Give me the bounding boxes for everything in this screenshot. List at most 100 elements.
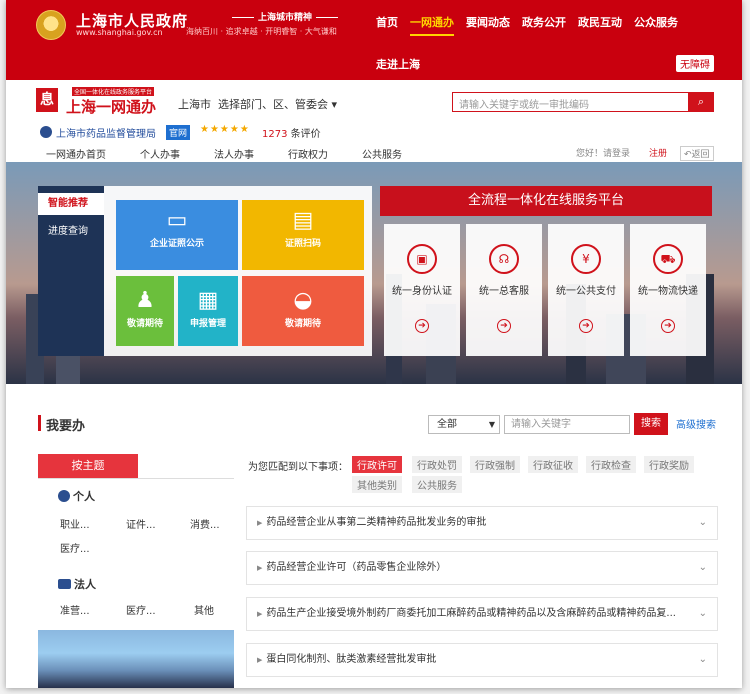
by-theme-tab[interactable]: 按主题 <box>38 454 138 478</box>
card-customer-service[interactable]: ☊ 统一总客服 ➔ <box>466 224 542 356</box>
nav-power[interactable]: 行政权力 <box>288 146 328 161</box>
tile-declaration[interactable]: ▦ 申报管理 <box>178 276 238 346</box>
list-item[interactable]: ▶ 蛋白同化制剂、肽类激素经营批发审批 ⌄ <box>246 643 718 677</box>
search-button[interactable]: 搜索 <box>634 413 668 435</box>
gov-header: 上海市人民政府 www.shanghai.gov.cn 上海城市精神 海纳百川 … <box>6 0 742 80</box>
list-item[interactable]: ▶ 药品经营企业从事第二类精神药品批发业务的审批 ⌄ <box>246 506 718 540</box>
personal-item-career[interactable]: 职业... <box>60 516 90 531</box>
train-icon: ◒ <box>293 288 313 313</box>
nav-legal[interactable]: 法人办事 <box>214 146 254 161</box>
tile-license-public[interactable]: ▭ 企业证照公示 <box>116 200 238 270</box>
group-legal: 法人 <box>58 576 96 592</box>
personal-item-medical[interactable]: 医疗... <box>60 540 90 555</box>
ywtb-logo-icon: 息 <box>36 88 58 112</box>
legal-item-other[interactable]: 其他 <box>194 602 214 617</box>
monitor-icon: ▭ <box>166 208 188 233</box>
chip-license[interactable]: 行政许可 <box>352 456 402 473</box>
gov-nav-interact[interactable]: 政民互动 <box>578 14 622 36</box>
nav-home[interactable]: 一网通办首页 <box>46 146 106 161</box>
caret-right-icon: ▶ <box>257 519 263 527</box>
login-link[interactable]: 您好！请登录 <box>576 146 630 159</box>
chevron-down-icon[interactable]: ⌄ <box>699 552 707 584</box>
tab-smart-recommend[interactable]: 智能推荐 <box>38 193 104 215</box>
platform-title: 全流程一体化在线服务平台 <box>380 186 712 216</box>
ywtb-title[interactable]: 上海一网通办 <box>66 96 156 117</box>
search-icon[interactable]: ⌕ <box>688 92 714 112</box>
scope-select[interactable]: 全部 ▼ <box>428 415 500 434</box>
book-icon: ▦ <box>197 288 219 313</box>
arrow-right-icon[interactable]: ➔ <box>415 319 429 333</box>
rating-text: 1273 条评价 <box>262 129 321 140</box>
accessibility-button[interactable]: 无障碍 <box>676 55 714 72</box>
ywtb-nav: 一网通办首页 个人办事 法人办事 行政权力 公共服务 <box>46 146 436 161</box>
gov-nav-home[interactable]: 首页 <box>376 14 398 36</box>
divider <box>38 478 234 479</box>
briefcase-icon <box>58 579 71 589</box>
city-label: 上海市 <box>178 98 211 111</box>
chevron-down-icon: ▾ <box>331 98 338 111</box>
official-badge: 官网 <box>166 125 191 140</box>
gov-nav-open[interactable]: 政务公开 <box>522 14 566 36</box>
chip-levy[interactable]: 行政征收 <box>528 456 578 473</box>
nav-public[interactable]: 公共服务 <box>362 146 402 161</box>
list-item[interactable]: ▶ 药品生产企业接受境外制药厂商委托加工麻醉药品或精神药品以及含麻醉药品或精神药品… <box>246 597 718 631</box>
caret-right-icon: ▶ <box>257 564 263 572</box>
id-card-icon: ▣ <box>407 244 437 274</box>
card-logistics[interactable]: ⛟ 统一物流快递 ➔ <box>630 224 706 356</box>
section-title: 我要办 <box>46 419 86 434</box>
chevron-down-icon[interactable]: ⌄ <box>699 644 707 676</box>
chip-enforcement[interactable]: 行政强制 <box>470 456 520 473</box>
register-link[interactable]: 注册 <box>649 146 667 159</box>
page: 上海市人民政府 www.shanghai.gov.cn 上海城市精神 海纳百川 … <box>6 0 742 688</box>
city-photo <box>38 630 234 688</box>
back-button[interactable]: ↶返回 <box>680 146 714 161</box>
nav-personal[interactable]: 个人办事 <box>140 146 180 161</box>
yuan-icon: ¥ <box>571 244 601 274</box>
person-icon <box>58 490 70 502</box>
dropdown-arrow-icon: ▼ <box>488 420 495 429</box>
gov-nav-shanghai[interactable]: 走进上海 <box>376 56 420 72</box>
gov-nav-news[interactable]: 要闻动态 <box>466 14 510 36</box>
headset-icon: ☊ <box>489 244 519 274</box>
tile-coming-soon-1[interactable]: ♟ 敬请期待 <box>116 276 174 346</box>
keyword-input[interactable]: 请输入关键字 <box>504 415 630 434</box>
tab-progress[interactable]: 进度查询 <box>38 222 104 237</box>
arrow-right-icon[interactable]: ➔ <box>661 319 675 333</box>
truck-icon: ⛟ <box>653 244 683 274</box>
chevron-down-icon[interactable]: ⌄ <box>699 507 707 539</box>
gov-nav: 首页 一网通办 要闻动态 政务公开 政民互动 公众服务 <box>376 14 690 36</box>
personal-item-certificate[interactable]: 证件... <box>126 516 156 531</box>
arrow-right-icon[interactable]: ➔ <box>497 319 511 333</box>
match-label: 为您匹配到以下事项： <box>248 462 348 473</box>
tile-coming-soon-2[interactable]: ◒ 敬请期待 <box>242 276 364 346</box>
caret-right-icon: ▶ <box>257 610 263 618</box>
top-search-placeholder: 请输入关键字或统一审批编码 <box>459 100 589 111</box>
gov-nav-ywtb[interactable]: 一网通办 <box>410 14 454 36</box>
card-payment[interactable]: ¥ 统一公共支付 ➔ <box>548 224 624 356</box>
chip-public-service[interactable]: 公共服务 <box>412 476 462 493</box>
section-marker <box>38 415 41 431</box>
gov-nav-public[interactable]: 公众服务 <box>634 14 678 36</box>
chip-other[interactable]: 其他类别 <box>352 476 402 493</box>
chip-penalty[interactable]: 行政处罚 <box>412 456 462 473</box>
dept-select[interactable]: 选择部门、区、管委会 ▾ <box>218 96 337 112</box>
legal-item-medical[interactable]: 医疗... <box>126 602 156 617</box>
top-search-input[interactable]: 请输入关键字或统一审批编码 ⌕ <box>452 92 714 112</box>
rating-stars: ★★★★★ <box>200 124 250 135</box>
tile-license-scan[interactable]: ▤ 证照扫码 <box>242 200 364 270</box>
stamp-icon: ♟ <box>135 288 155 313</box>
chip-reward[interactable]: 行政奖励 <box>644 456 694 473</box>
personal-item-consumption[interactable]: 消费... <box>190 516 220 531</box>
chevron-down-icon[interactable]: ⌄ <box>699 598 707 630</box>
chip-inspection[interactable]: 行政检查 <box>586 456 636 473</box>
caret-right-icon: ▶ <box>257 656 263 664</box>
agency-name[interactable]: 上海市药品监督管理局 <box>56 125 156 140</box>
list-item[interactable]: ▶ 药品经营企业许可（药品零售企业除外） ⌄ <box>246 551 718 585</box>
card-identity[interactable]: ▣ 统一身份认证 ➔ <box>384 224 460 356</box>
agency-icon <box>40 126 52 138</box>
legal-item-license[interactable]: 准营... <box>60 602 90 617</box>
ywtb-subtitle: 全国一体化在线政务服务平台 <box>72 87 155 96</box>
gov-url: www.shanghai.gov.cn <box>76 28 163 37</box>
arrow-right-icon[interactable]: ➔ <box>579 319 593 333</box>
advanced-search-link[interactable]: 高级搜索 <box>676 416 716 431</box>
